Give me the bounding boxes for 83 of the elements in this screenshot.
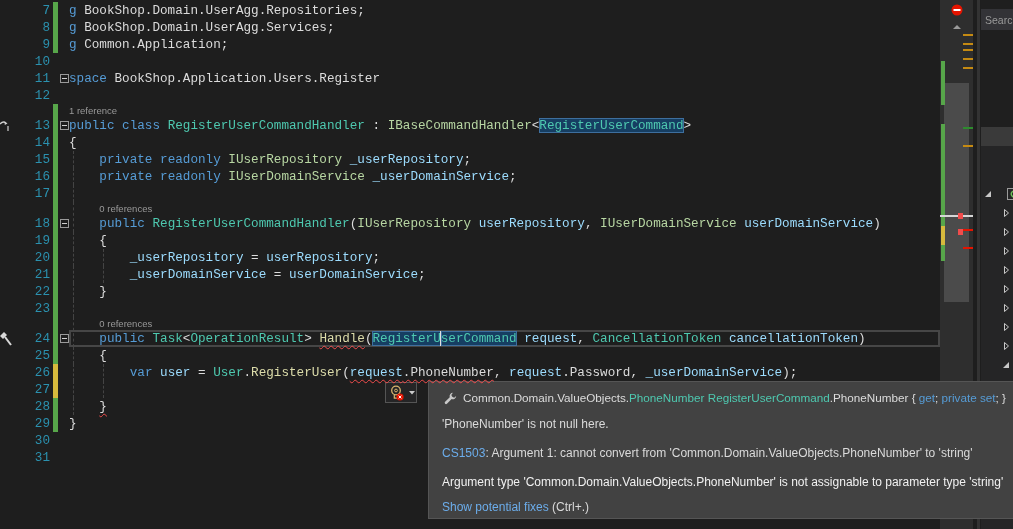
wrench-icon [444, 391, 457, 405]
code-line: space BookShop.Application.Users.Register [69, 70, 381, 87]
reference-count-link[interactable]: 1 reference [69, 104, 118, 117]
line-number: 27 [34, 381, 50, 398]
code-line: g BookShop.Domain.UserAgg.Repositories; [69, 2, 365, 19]
code-line: { [99, 232, 107, 249]
collapsed-arrow-icon[interactable] [1004, 208, 1009, 217]
warning-mark [963, 145, 973, 147]
line-number: 26 [34, 364, 50, 381]
error-mark [963, 247, 973, 249]
line-number: 28 [34, 398, 50, 415]
line-number: 9 [42, 36, 50, 53]
line-number: 12 [34, 87, 50, 104]
search-field[interactable]: Searc [981, 9, 1013, 30]
line-number: 14 [34, 134, 50, 151]
nullability-note: 'PhoneNumber' is not null here. [442, 416, 609, 432]
reference-count-link[interactable]: 0 references [99, 202, 153, 215]
code-line: var user = User.RegisterUser(request.PhoneNumber, request.Password, _userDomainService); [129, 364, 798, 381]
collapsed-arrow-icon[interactable] [1004, 284, 1009, 293]
curved-arrow-icon [0, 119, 9, 132]
quick-actions-button[interactable] [385, 382, 417, 403]
error-description: Argument type 'Common.Domain.ValueObjects.PhoneNumber' is not assignable to parameter type 'string' [442, 474, 1004, 490]
panel-toolbar [981, 127, 1013, 146]
scrollbar-thumb[interactable] [944, 83, 969, 302]
lightbulb-error-icon [390, 384, 404, 401]
collapsed-arrow-icon[interactable] [1004, 246, 1009, 255]
fixes-hint: Show potential fixes (Ctrl+.) [442, 499, 590, 515]
collapsed-arrow-icon[interactable] [1004, 341, 1009, 350]
code-line: _userRepository = userRepository; [129, 249, 381, 266]
code-line: private readonly IUserRepository _userRepository; [99, 151, 472, 168]
collapsed-arrow-icon[interactable] [1004, 227, 1009, 236]
code-line: g Common.Application; [69, 36, 229, 53]
reference-count-link[interactable]: 0 references [99, 317, 153, 330]
line-number: 17 [34, 185, 50, 202]
scroll-up-arrow-icon[interactable] [953, 25, 961, 29]
collapse-icon[interactable] [60, 121, 69, 130]
hammer-icon [0, 331, 12, 346]
error-mark [958, 213, 963, 219]
code-line: { [69, 134, 77, 151]
line-number: 24 [34, 330, 50, 347]
symbol-signature: Common.Domain.ValueObjects.PhoneNumber RegisterUserCommand.PhoneNumber { get; private set; } [463, 390, 1006, 406]
code-line: } [99, 283, 107, 300]
code-line: } [99, 398, 107, 415]
project-icon [1007, 187, 1013, 200]
code-line: private readonly IUserDomainService _userDomainService; [99, 168, 517, 185]
collapsed-arrow-icon[interactable] [1004, 265, 1009, 274]
collapse-icon[interactable] [60, 334, 69, 343]
line-number: 15 [34, 151, 50, 168]
expanded-arrow-icon[interactable] [985, 190, 991, 197]
line-number: 30 [34, 432, 50, 449]
code-line: } [69, 415, 77, 432]
line-number: 7 [42, 2, 50, 19]
line-number: 22 [34, 283, 50, 300]
collapsed-arrow-icon[interactable] [1004, 322, 1009, 331]
line-number: 23 [34, 300, 50, 317]
info-mark [963, 127, 973, 129]
line-number: 20 [34, 249, 50, 266]
code-line: _userDomainService = userDomainService; [129, 266, 426, 283]
caret-icon [409, 390, 415, 395]
line-number: 19 [34, 232, 50, 249]
line-number: 8 [42, 19, 50, 36]
collapsed-arrow-icon[interactable] [1004, 303, 1009, 312]
collapse-icon[interactable] [60, 219, 69, 228]
line-number: 21 [34, 266, 50, 283]
error-message: CS1503: Argument 1: cannot convert from 'Common.Domain.ValueObjects.PhoneNumber' to 'string' [442, 445, 973, 461]
line-number: 10 [34, 53, 50, 70]
line-number: 13 [34, 117, 50, 134]
show-fixes-link[interactable]: Show potential fixes [442, 500, 549, 514]
line-number: 31 [34, 449, 50, 466]
line-number: 16 [34, 168, 50, 185]
code-line: public class RegisterUserCommandHandler : IBaseCommandHandler<RegisterUserCommand> [69, 117, 692, 134]
line-number: 11 [34, 70, 50, 87]
code-line: public RegisterUserCommandHandler(IUserRepository userRepository, IUserDomainService userDomainService) [99, 215, 881, 232]
error-status-icon[interactable] [951, 4, 963, 16]
expanded-arrow-icon[interactable] [1003, 361, 1009, 368]
line-number: 18 [34, 215, 50, 232]
code-line: g BookShop.Domain.UserAgg.Services; [69, 19, 335, 36]
line-number: 29 [34, 415, 50, 432]
code-line: { [99, 347, 107, 364]
line-number: 25 [34, 347, 50, 364]
change-mark [941, 61, 945, 105]
collapse-icon[interactable] [60, 74, 69, 83]
code-line: public Task<OperationResult> Handle(RegisterUserCommand request, CancellationToken cancellationToken) [99, 330, 866, 347]
